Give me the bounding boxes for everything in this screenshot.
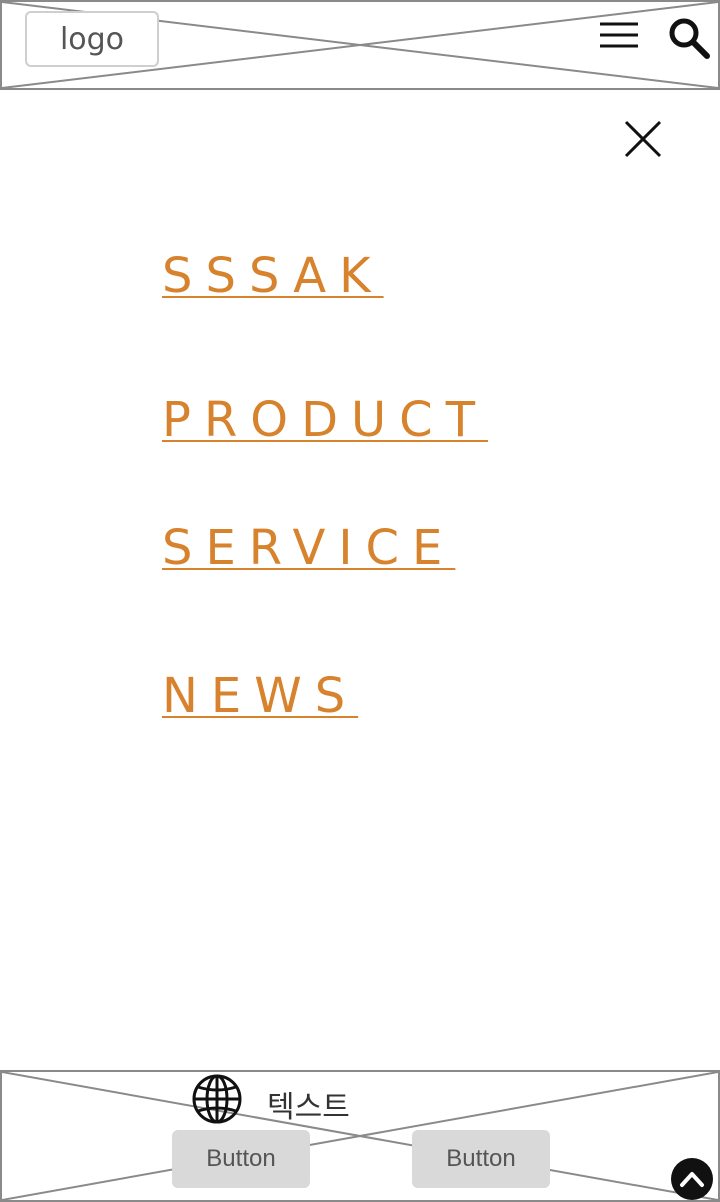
search-icon[interactable] <box>667 16 711 60</box>
placeholder-cross <box>2 1072 718 1200</box>
chevron-up-icon <box>680 1172 704 1187</box>
logo[interactable]: logo <box>25 11 159 67</box>
footer-button-1[interactable]: Button <box>172 1130 310 1188</box>
header: logo <box>0 0 720 90</box>
globe-icon[interactable] <box>190 1072 244 1126</box>
menu-item-news[interactable]: NEWS <box>162 672 358 720</box>
menu-item-product[interactable]: PRODUCT <box>162 396 488 444</box>
menu-item-sssak[interactable]: SSSAK <box>162 252 384 300</box>
close-icon[interactable] <box>622 118 664 160</box>
footer-button-2[interactable]: Button <box>412 1130 550 1188</box>
footer: 텍스트 Button Button <box>0 1070 720 1202</box>
language-text: 텍스트 <box>267 1090 350 1125</box>
scroll-top-button[interactable] <box>671 1158 713 1200</box>
menu-item-service[interactable]: SERVICE <box>162 524 455 572</box>
hamburger-icon[interactable] <box>598 20 640 50</box>
logo-text: logo <box>59 21 125 57</box>
